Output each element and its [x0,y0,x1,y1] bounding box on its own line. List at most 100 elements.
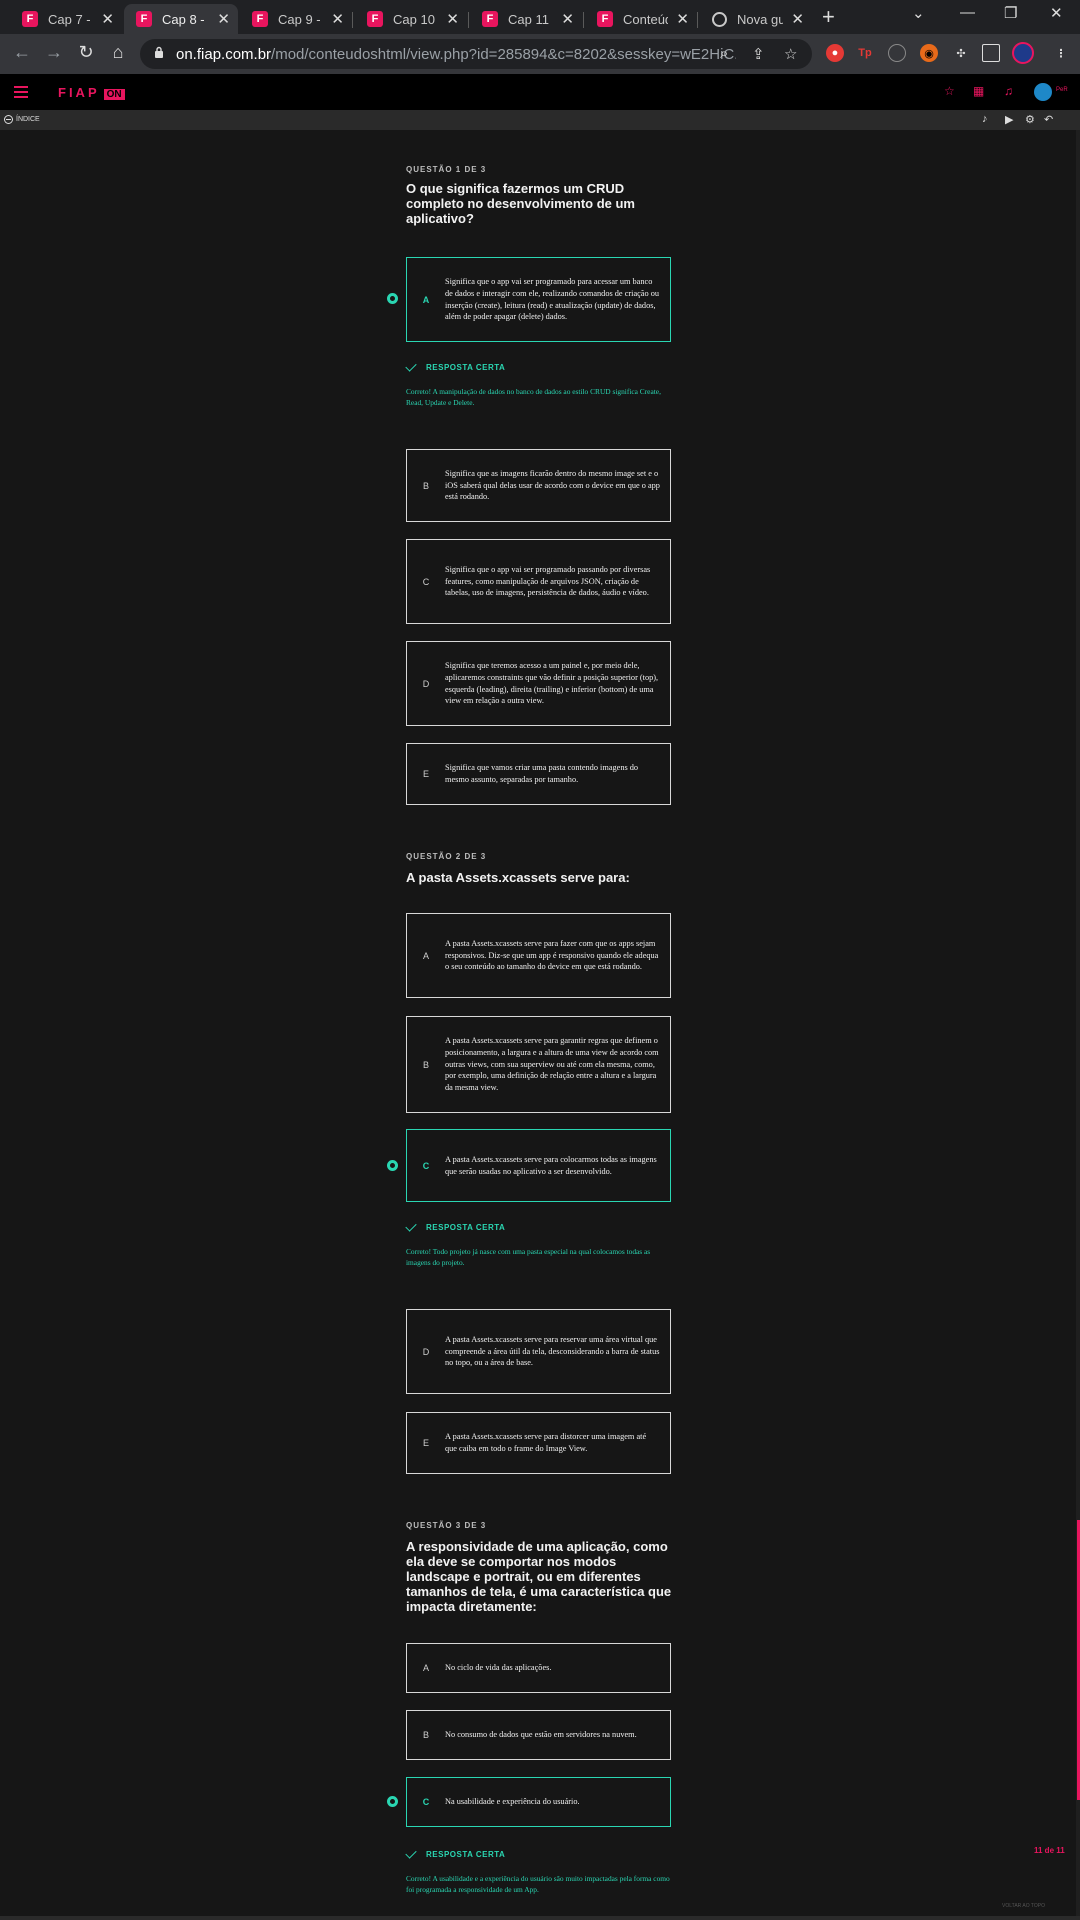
music-note-icon[interactable]: ♪ [982,113,988,125]
menu-kebab-icon[interactable]: ⋮ [1052,44,1070,62]
share-icon[interactable]: ⇪ [752,45,765,63]
answer-option[interactable]: A Significa que o app vai ser programado… [406,257,671,342]
home-icon[interactable]: ⌂ [106,42,130,63]
option-letter: A [422,950,429,961]
question-title: O que significa fazermos um CRUD complet… [406,181,635,226]
zoom-icon[interactable]: ⌕ [720,45,728,62]
selected-radio-icon[interactable] [387,1160,398,1171]
option-text: Na usabilidade e experiência do usuário. [445,1797,580,1807]
option-text: Significa que as imagens ficarão dentro … [445,468,660,502]
tab-title: Conteúdo [623,11,668,27]
profile-icon[interactable] [1012,42,1034,64]
question-label: QUESTÃO 1 DE 3 [406,165,487,174]
answer-feedback: Correto! A usabilidade e a experiência d… [406,1874,670,1894]
back-to-top-link[interactable]: VOLTAR AO TOPO [1002,1903,1045,1909]
chrome-icon [712,11,727,27]
settings-gear-icon[interactable]: ⚙ [1025,113,1035,126]
tab-separator [468,12,469,28]
window-close-icon[interactable]: ✕ [1050,4,1063,22]
answer-option[interactable]: A No ciclo de vida das aplicações. [406,1643,671,1693]
hamburger-icon[interactable] [14,86,28,101]
site-header: FIAP ON ☆ ▦ ♫ PeR [0,74,1080,110]
tab-nova-guia[interactable]: Nova gui ✕ [700,4,812,34]
tab-cap-10[interactable]: F Cap 10 - I ✕ [355,4,467,34]
option-text: A pasta Assets.xcassets serve para coloc… [445,1154,657,1176]
reload-icon[interactable]: ↻ [74,42,98,63]
calendar-icon[interactable]: ▦ [973,84,984,98]
selected-radio-icon[interactable] [387,293,398,304]
close-icon[interactable]: ✕ [561,10,574,28]
avatar-name: PeR [1056,87,1068,93]
answer-option[interactable]: B Significa que as imagens ficarão dentr… [406,449,671,522]
play-icon[interactable]: ▶ [1005,113,1013,126]
close-icon[interactable]: ✕ [676,10,689,28]
answer-feedback: Correto! Todo projeto já nasce com uma p… [406,1247,651,1267]
tab-conteudo[interactable]: F Conteúdo ✕ [585,4,697,34]
extension-orange-icon[interactable]: ◉ [920,44,938,62]
close-icon[interactable]: ✕ [446,10,459,28]
option-text: No ciclo de vida das aplicações. [445,1663,552,1673]
tab-title: Cap 11 - [508,11,554,27]
answer-option[interactable]: C Significa que o app vai ser programado… [406,539,671,624]
option-text: A pasta Assets.xcassets serve para reser… [445,1334,660,1368]
bookmark-star-icon[interactable]: ☆ [784,45,797,63]
selected-radio-icon[interactable] [387,1796,398,1807]
close-icon[interactable]: ✕ [217,10,230,28]
extension-gray-icon[interactable] [888,44,906,62]
answer-option[interactable]: B No consumo de dados que estão em servi… [406,1710,671,1760]
answer-option[interactable]: C A pasta Assets.xcassets serve para col… [406,1129,671,1202]
puzzle-icon[interactable]: ✣ [952,44,970,62]
answer-option[interactable]: B A pasta Assets.xcassets serve para gar… [406,1016,671,1113]
tab-search-icon[interactable]: ⌄ [912,4,925,22]
option-text: Significa que o app vai ser programado p… [445,276,660,322]
answer-option[interactable]: A A pasta Assets.xcassets serve para faz… [406,913,671,998]
undo-icon[interactable]: ↶ [1044,113,1053,126]
favorites-star-icon[interactable]: ☆ [944,84,955,98]
question-label: QUESTÃO 2 DE 3 [406,852,487,861]
index-button[interactable]: ÍNDICE [4,115,40,124]
minimize-icon[interactable]: — [960,4,975,21]
answer-option[interactable]: E Significa que vamos criar uma pasta co… [406,743,671,805]
notification-bell-icon[interactable]: ♫ [1004,84,1013,98]
fiap-on-logo[interactable]: FIAP ON [58,85,125,100]
avatar[interactable] [1034,83,1052,101]
tab-cap-8[interactable]: F Cap 8 - É ✕ [124,4,238,34]
close-icon[interactable]: ✕ [791,10,804,28]
option-letter: D [422,1346,430,1357]
tab-separator [352,12,353,28]
index-label: ÍNDICE [16,116,40,123]
check-icon [405,360,417,372]
extension-tp-icon[interactable]: Tp [856,44,874,62]
restore-icon[interactable]: ❐ [1004,4,1017,22]
option-letter: C [422,1160,430,1171]
answer-option[interactable]: C Na usabilidade e experiência do usuári… [406,1777,671,1827]
option-letter: E [422,1438,429,1448]
fiap-icon: F [252,11,268,27]
tab-cap-9[interactable]: F Cap 9 - G ✕ [240,4,352,34]
answer-option[interactable]: D Significa que teremos acesso a um pain… [406,641,671,726]
address-bar[interactable]: on.fiap.com.br/mod/conteudoshtml/view.ph… [140,39,812,69]
url-text: on.fiap.com.br/mod/conteudoshtml/view.ph… [176,46,736,63]
back-icon[interactable]: ← [10,42,34,63]
bottom-scrollbar[interactable] [0,1916,1080,1920]
forward-icon[interactable]: → [42,42,66,63]
answer-option[interactable]: E A pasta Assets.xcassets serve para dis… [406,1412,671,1474]
question-label: QUESTÃO 3 DE 3 [406,1521,487,1530]
option-letter: A [422,294,430,305]
side-panel-icon[interactable] [982,44,1000,62]
correct-answer-banner: RESPOSTA CERTA [405,1847,505,1859]
answer-option[interactable]: D A pasta Assets.xcassets serve para res… [406,1309,671,1394]
close-icon[interactable]: ✕ [331,10,344,28]
option-text: No consumo de dados que estão em servido… [445,1730,637,1740]
tab-cap-11[interactable]: F Cap 11 - ✕ [470,4,582,34]
option-letter: B [422,1059,429,1070]
result-label: RESPOSTA CERTA [426,363,506,372]
option-text: A pasta Assets.xcassets serve para garan… [445,1036,659,1093]
extension-red-icon[interactable]: ● [826,44,844,62]
correct-answer-banner: RESPOSTA CERTA [405,1220,505,1232]
tab-cap-7[interactable]: F Cap 7 - To ✕ [10,4,122,34]
close-icon[interactable]: ✕ [101,10,114,28]
tab-title: Nova gui [737,11,784,27]
answer-feedback: Correto! A manipulação de dados no banco… [406,387,661,407]
new-tab-button[interactable]: + [822,4,835,30]
